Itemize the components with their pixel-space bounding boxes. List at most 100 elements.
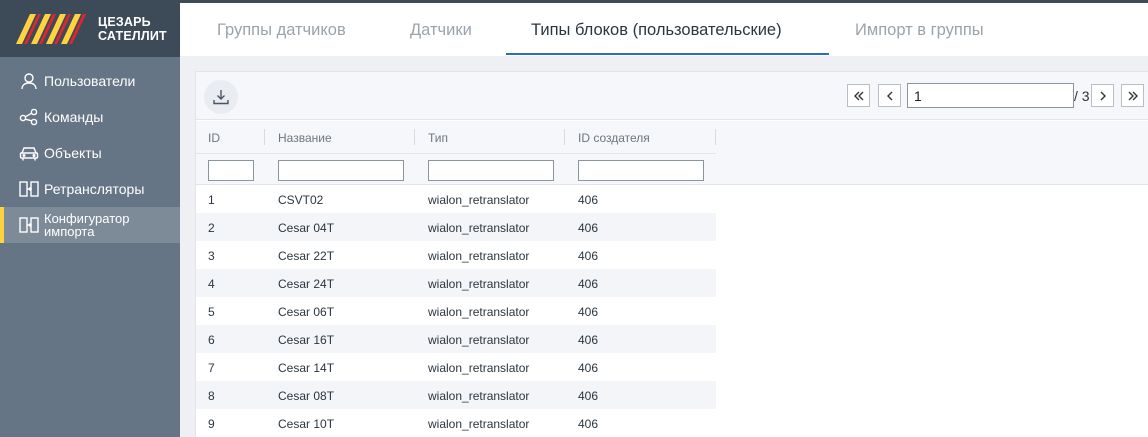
cell-id: 5	[208, 305, 215, 319]
next-page-button[interactable]	[1091, 84, 1114, 107]
cell-id: 8	[208, 389, 215, 403]
cell-type: wialon_retranslator	[428, 417, 530, 431]
sidebar-item-label: Пользователи	[44, 73, 136, 89]
logo-line-1: ЦЕЗАРЬ	[98, 15, 151, 29]
column-divider[interactable]	[414, 129, 415, 145]
tab-sensors[interactable]: Датчики	[410, 3, 472, 56]
cell-name: Cesar 10T	[278, 417, 335, 431]
main-content: / 3 ID Название Тип ID создателя	[180, 56, 1148, 437]
retranslator-icon	[19, 179, 39, 199]
table-row[interactable]: 2 Cesar 04T wialon_retranslator 406	[196, 213, 716, 241]
cell-id: 9	[208, 417, 215, 431]
logo-line-2: САТЕЛЛИТ	[98, 29, 167, 43]
sidebar-item-label-line2: импорта	[44, 224, 95, 239]
cell-creator-id: 406	[578, 221, 599, 235]
cell-type: wialon_retranslator	[428, 361, 530, 375]
column-header-type[interactable]: Тип	[428, 131, 448, 145]
cell-creator-id: 406	[578, 333, 599, 347]
sidebar-item-label: Ретрансляторы	[44, 181, 145, 197]
page-total: / 3	[1074, 88, 1090, 104]
cell-creator-id: 406	[578, 305, 599, 319]
sidebar-item-label: Объекты	[44, 145, 102, 161]
user-icon	[19, 71, 39, 91]
column-header-creator-id[interactable]: ID создателя	[578, 131, 650, 145]
car-icon	[19, 143, 39, 163]
active-tab-indicator	[506, 53, 829, 55]
logo-text: ЦЕЗАРЬ САТЕЛЛИТ	[98, 15, 167, 43]
table-row[interactable]: 9 Cesar 10T wialon_retranslator 406	[196, 409, 716, 437]
prev-page-button[interactable]	[878, 84, 901, 107]
table-row[interactable]: 1 CSVT02 wialon_retranslator 406	[196, 185, 716, 213]
retranslator-icon	[19, 215, 39, 235]
table-row[interactable]: 8 Cesar 08T wialon_retranslator 406	[196, 381, 716, 409]
chevron-left-icon	[886, 91, 892, 100]
table-panel: / 3 ID Название Тип ID создателя	[195, 71, 1148, 437]
sidebar-item-label: Команды	[44, 109, 104, 125]
cell-id: 4	[208, 277, 215, 291]
filter-name-input[interactable]	[278, 160, 404, 181]
page-number-input[interactable]	[907, 83, 1074, 108]
table-row[interactable]: 7 Cesar 14T wialon_retranslator 406	[196, 353, 716, 381]
last-page-button[interactable]	[1121, 84, 1144, 107]
cell-creator-id: 406	[578, 361, 599, 375]
table-header: ID Название Тип ID создателя	[196, 121, 1148, 185]
cell-id: 2	[208, 221, 215, 235]
cell-name: CSVT02	[278, 193, 324, 207]
tab-sensor-groups[interactable]: Группы датчиков	[217, 3, 346, 56]
column-divider[interactable]	[264, 129, 265, 145]
table-row[interactable]: 4 Cesar 24T wialon_retranslator 406	[196, 269, 716, 297]
download-button[interactable]	[204, 80, 238, 114]
column-divider[interactable]	[715, 129, 716, 145]
logo-stripes-icon	[16, 14, 86, 44]
filter-type-input[interactable]	[428, 160, 554, 181]
sidebar: ЦЕЗАРЬ САТЕЛЛИТ Пользователи Команды Объ…	[0, 3, 180, 437]
cell-name: Cesar 04T	[278, 221, 335, 235]
cell-name: Cesar 16T	[278, 333, 335, 347]
double-chevron-left-icon	[853, 91, 863, 100]
table-row[interactable]: 3 Cesar 22T wialon_retranslator 406	[196, 241, 716, 269]
cell-name: Cesar 06T	[278, 305, 335, 319]
download-icon	[213, 90, 229, 105]
cell-type: wialon_retranslator	[428, 277, 530, 291]
cell-name: Cesar 22T	[278, 249, 335, 263]
sidebar-item-label: Конфигуратор импорта	[44, 212, 129, 238]
double-chevron-right-icon	[1128, 91, 1138, 100]
table-row[interactable]: 6 Cesar 16T wialon_retranslator 406	[196, 325, 716, 353]
sidebar-item-retranslators[interactable]: Ретрансляторы	[0, 171, 180, 207]
cell-creator-id: 406	[578, 389, 599, 403]
column-header-name[interactable]: Название	[278, 131, 332, 145]
cell-name: Cesar 24T	[278, 277, 335, 291]
cell-id: 1	[208, 193, 215, 207]
cell-creator-id: 406	[578, 277, 599, 291]
first-page-button[interactable]	[847, 84, 870, 107]
cell-type: wialon_retranslator	[428, 333, 530, 347]
cell-name: Cesar 14T	[278, 361, 335, 375]
logo[interactable]: ЦЕЗАРЬ САТЕЛЛИТ	[0, 3, 180, 57]
cell-id: 7	[208, 361, 215, 375]
cell-id: 3	[208, 249, 215, 263]
column-header-id[interactable]: ID	[208, 131, 220, 145]
table-row[interactable]: 5 Cesar 06T wialon_retranslator 406	[196, 297, 716, 325]
cell-id: 6	[208, 333, 215, 347]
cell-creator-id: 406	[578, 193, 599, 207]
column-divider[interactable]	[564, 129, 565, 145]
cell-type: wialon_retranslator	[428, 249, 530, 263]
cell-creator-id: 406	[578, 417, 599, 431]
toolbar: / 3	[196, 72, 1148, 120]
tab-block-types[interactable]: Типы блоков (пользовательские)	[531, 3, 782, 56]
filter-id-input[interactable]	[208, 160, 254, 181]
chevron-right-icon	[1100, 91, 1106, 100]
sidebar-item-commands[interactable]: Команды	[0, 99, 180, 135]
cell-name: Cesar 08T	[278, 389, 335, 403]
sidebar-item-users[interactable]: Пользователи	[0, 63, 180, 99]
tab-bar: Группы датчиков Датчики Типы блоков (пол…	[180, 3, 1148, 56]
header-divider	[196, 153, 716, 154]
sidebar-item-import-configurator[interactable]: Конфигуратор импорта	[0, 207, 180, 243]
cell-type: wialon_retranslator	[428, 221, 530, 235]
tab-import-groups[interactable]: Импорт в группы	[855, 3, 984, 56]
sidebar-item-objects[interactable]: Объекты	[0, 135, 180, 171]
cell-type: wialon_retranslator	[428, 193, 530, 207]
filter-creator-id-input[interactable]	[578, 160, 704, 181]
cell-type: wialon_retranslator	[428, 305, 530, 319]
share-icon	[19, 107, 39, 127]
